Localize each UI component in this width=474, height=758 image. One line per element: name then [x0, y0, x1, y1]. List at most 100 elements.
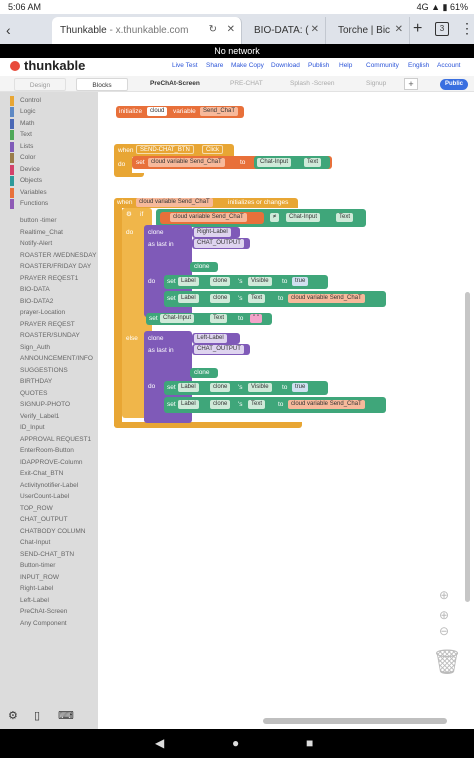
component-item[interactable]: Realtime_Chat — [20, 228, 63, 238]
component-item[interactable]: ROASTER/FRIDAY DAY — [20, 262, 91, 272]
component-item[interactable]: button -timer — [20, 216, 57, 226]
set-clone-visible-block[interactable]: set Label clone 's Visible to true — [164, 381, 328, 395]
close-icon[interactable]: ✕ — [311, 24, 319, 35]
component-item[interactable]: ID_Input — [20, 423, 45, 433]
component-item[interactable]: PreChAt-Screen — [20, 607, 67, 617]
screen-tab-signup[interactable]: Signup — [366, 80, 386, 87]
component-item[interactable]: ROASTER /WEDNESDAY — [20, 251, 96, 261]
set-chat-input-text-block[interactable]: set Chat-Input Text to " " — [146, 313, 272, 325]
chat-input-text-getter[interactable]: Chat-Input Text — [254, 156, 330, 169]
initialize-cloud-variable-block[interactable]: initialize cloud variable Send_ChaT — [116, 106, 244, 118]
component-item[interactable]: Right-Label — [20, 584, 53, 594]
nav-make-copy[interactable]: Make Copy — [231, 62, 264, 69]
zoom-in-icon[interactable]: ⊕ — [439, 608, 449, 622]
set-clone-text-block[interactable]: set Label clone 's Text to cloud variabl… — [164, 291, 386, 307]
component-item[interactable]: Sign_Auth — [20, 343, 50, 353]
component-item[interactable]: Chat-Input — [20, 538, 50, 548]
component-item[interactable]: TOP_ROW — [20, 504, 53, 514]
palette-device[interactable]: Device — [10, 165, 40, 175]
component-item[interactable]: SIGNUP-PHOTO — [20, 400, 70, 410]
tab-count-button[interactable]: 3 — [435, 22, 449, 36]
palette-lists[interactable]: Lists — [10, 142, 33, 152]
component-item[interactable]: ROASTER/SUNDAY — [20, 331, 80, 341]
nav-language[interactable]: English — [408, 62, 429, 69]
set-clone-text-block[interactable]: set Label clone 's Text to cloud variabl… — [164, 397, 386, 413]
component-item[interactable]: UserCount-Label — [20, 492, 69, 502]
component-item[interactable]: Verify_Label1 — [20, 412, 59, 422]
nav-account[interactable]: Account — [437, 62, 461, 69]
nav-download[interactable]: Download — [271, 62, 300, 69]
palette-text[interactable]: Text — [10, 130, 32, 140]
set-clone-visible-block[interactable]: set Label clone 's Visible to true — [164, 275, 328, 289]
screen-tab-prechat-screen[interactable]: PreChAt-Screen — [150, 80, 200, 87]
close-icon[interactable]: ✕ — [395, 24, 403, 35]
when-variable-changes-block[interactable]: when cloud variable Send_ChaT initialize… — [114, 198, 298, 208]
back-icon[interactable]: ◀ — [155, 736, 164, 750]
component-item[interactable]: PRAYER REQEST — [20, 320, 75, 330]
component-item[interactable]: CHAT_OUTPUT — [20, 515, 68, 525]
set-cloud-variable-block[interactable]: set cloud variable Send_ChaT to Chat-Inp… — [132, 156, 332, 169]
more-menu-icon[interactable]: ⋮ — [460, 20, 474, 37]
browser-tab-thunkable[interactable]: Thunkable - x.thunkable.com ↻ ✕ — [52, 17, 242, 44]
thunkable-logo[interactable]: thunkable — [10, 58, 85, 73]
palette-control[interactable]: Control — [10, 96, 41, 106]
screen-tab-pre-chat[interactable]: PRE-CHAT — [230, 80, 263, 87]
component-item[interactable]: Activitynotifier-Label — [20, 481, 78, 491]
add-screen-button[interactable]: + — [404, 78, 418, 90]
zoom-out-icon[interactable]: ⊖ — [439, 624, 449, 638]
palette-logic[interactable]: Logic — [10, 107, 36, 117]
component-item[interactable]: prayer-Location — [20, 308, 65, 318]
component-item[interactable]: IDAPPROVE-Column — [20, 458, 83, 468]
phone-icon[interactable]: ▯ — [34, 709, 40, 722]
tab-host: - x.thunkable.com — [106, 25, 189, 36]
home-icon[interactable]: ● — [232, 736, 239, 750]
trash-icon[interactable]: 🗑 — [432, 648, 462, 677]
nav-publish[interactable]: Publish — [308, 62, 329, 69]
workspace-horizontal-scrollbar[interactable] — [263, 718, 447, 724]
component-item[interactable]: Notify-Alert — [20, 239, 52, 249]
component-item[interactable]: PRAYER REQEST1 — [20, 274, 78, 284]
component-item[interactable]: Button-timer — [20, 561, 55, 571]
new-tab-icon[interactable]: + — [413, 20, 422, 38]
workspace-vertical-scrollbar[interactable] — [465, 292, 470, 602]
component-item[interactable]: ANNOUNCEMENT/INFO — [20, 354, 93, 364]
keyboard-icon[interactable]: ⌨ — [58, 709, 74, 722]
palette-objects[interactable]: Objects — [10, 176, 42, 186]
palette-functions[interactable]: Functions — [10, 199, 48, 209]
component-item[interactable]: BIO-DATA2 — [20, 297, 53, 307]
nav-help[interactable]: Help — [339, 62, 352, 69]
clone-variable-getter[interactable]: clone — [190, 368, 218, 378]
component-item[interactable]: BIO-DATA — [20, 285, 50, 295]
blocks-workspace[interactable]: initialize cloud variable Send_ChaT when… — [98, 92, 474, 729]
palette-math[interactable]: Math — [10, 119, 34, 129]
nav-community[interactable]: Community — [366, 62, 399, 69]
clone-variable-getter[interactable]: clone — [190, 262, 218, 272]
component-item[interactable]: SUGGESTIONS — [20, 366, 68, 376]
screen-tab-splash-screen[interactable]: Splash -Screen — [290, 80, 334, 87]
recenter-icon[interactable]: ⊕ — [439, 588, 449, 602]
component-item[interactable]: Exit-Chat_BTN — [20, 469, 63, 479]
component-item[interactable]: Any Component — [20, 619, 67, 629]
nav-share[interactable]: Share — [206, 62, 223, 69]
component-item[interactable]: QUOTES — [20, 389, 47, 399]
nav-live-test[interactable]: Live Test — [172, 62, 198, 69]
close-icon[interactable]: ✕ — [227, 24, 235, 35]
public-badge[interactable]: Public — [440, 79, 468, 90]
component-item[interactable]: INPUT_ROW — [20, 573, 59, 583]
recents-icon[interactable]: ■ — [306, 736, 313, 750]
palette-variables[interactable]: Variables — [10, 188, 47, 198]
robot-icon[interactable]: ⚙ — [8, 709, 18, 722]
browser-tab-torche[interactable]: Torche | Bic ✕ — [330, 17, 410, 44]
chevron-left-icon[interactable]: ‹ — [6, 22, 11, 38]
component-item[interactable]: EnterRoom-Button — [20, 446, 74, 456]
reload-icon[interactable]: ↻ — [209, 24, 217, 35]
palette-color[interactable]: Color — [10, 153, 36, 163]
component-item[interactable]: CHATBODY COLUMN — [20, 527, 86, 537]
component-item[interactable]: APPROVAL REQUEST1 — [20, 435, 91, 445]
browser-tab-biodata[interactable]: BIO-DATA: ( ✕ — [246, 17, 326, 44]
blocks-mode-button[interactable]: Blocks — [76, 78, 128, 91]
component-item[interactable]: Left-Label — [20, 596, 49, 606]
design-mode-button[interactable]: Design — [14, 78, 66, 91]
component-item[interactable]: SEND-CHAT_BTN — [20, 550, 74, 560]
component-item[interactable]: BIRTHDAY — [20, 377, 52, 387]
